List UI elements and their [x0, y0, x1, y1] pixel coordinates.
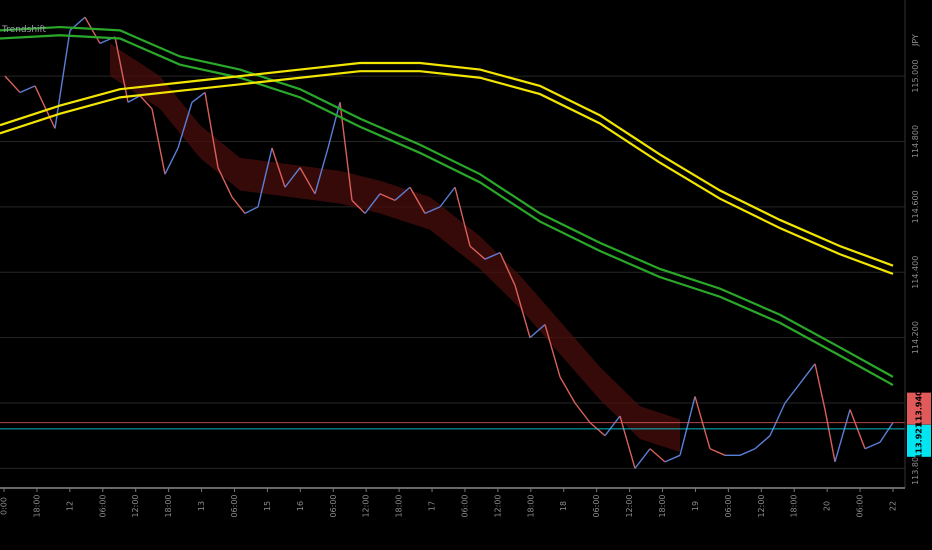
y-tick-label: 114.400 — [911, 256, 920, 289]
currency-label: JPY — [911, 34, 920, 47]
x-tick-label: 16 — [296, 501, 305, 511]
x-tick-label: 06:00 — [460, 494, 469, 517]
price-segment — [799, 363, 816, 384]
x-tick-label: 12:00 — [362, 494, 371, 517]
x-tick-label: 18:00 — [395, 494, 404, 517]
price-segment — [879, 422, 894, 443]
price-tag-label: 113.940 — [915, 390, 924, 427]
moving-average-line — [0, 70, 894, 275]
price-segment — [4, 75, 21, 93]
x-tick-label: 06:00 — [98, 494, 107, 517]
indicator-label[interactable]: Trendshift — [2, 25, 46, 35]
x-tick-label: 20 — [823, 501, 832, 511]
price-segment — [754, 435, 771, 450]
x-tick-label: 18:00 — [526, 494, 535, 517]
x-tick-label: 18:00 — [164, 494, 173, 517]
x-tick-label: 12:00 — [757, 494, 766, 517]
x-tick-label: 06:00 — [856, 494, 865, 517]
x-tick-label: 15 — [263, 501, 272, 511]
price-tag-label: 113.921 — [915, 422, 924, 459]
price-segment — [164, 147, 179, 175]
price-segment — [244, 206, 259, 215]
price-segment — [664, 454, 681, 463]
x-tick-label: 19 — [691, 501, 700, 511]
x-tick-label: 22 — [889, 501, 898, 511]
x-tick-label: 12 — [65, 501, 74, 511]
gridlines — [0, 75, 905, 469]
y-tick-label: 114.600 — [911, 190, 920, 223]
x-tick-label: 13 — [197, 501, 206, 511]
price-segment — [231, 196, 246, 214]
price-segment — [784, 382, 801, 404]
price-segment — [864, 441, 881, 450]
y-tick-label: 114.200 — [911, 321, 920, 354]
price-segment — [679, 396, 696, 456]
price-segment — [649, 448, 666, 463]
price-segment — [574, 402, 591, 424]
x-tick-label: 18:00 — [790, 494, 799, 517]
y-tick-label: 114.800 — [911, 125, 920, 158]
price-segment — [439, 186, 456, 208]
price-segment — [824, 409, 836, 462]
x-tick-label: 12:00 — [625, 494, 634, 517]
price-lines — [0, 422, 905, 430]
price-segment — [769, 402, 786, 436]
price-segment — [709, 448, 726, 456]
x-tick-label: 06:00 — [329, 494, 338, 517]
price-segment — [84, 16, 101, 44]
x-tick-label: 06:00 — [230, 494, 239, 517]
x-tick-label: 17 — [428, 501, 437, 511]
x-tick-label: 18:00 — [32, 494, 41, 517]
x-tick-label: 18 — [559, 501, 568, 511]
time-axis[interactable]: 0:00 18:00 12 06:00 12:00 18:00 13 06:00 15 16 06:… — [0, 487, 905, 518]
price-chart[interactable]: JPY 115.000 114.800 114.600 114.400 114.200 11… — [0, 0, 932, 550]
price-segment — [19, 85, 36, 94]
x-tick-label: 0:00 — [0, 497, 9, 515]
x-tick-label: 18:00 — [658, 494, 667, 517]
price-segment — [834, 409, 851, 463]
price-segment — [739, 448, 756, 456]
price-segment — [191, 91, 206, 103]
price-segment — [559, 376, 576, 404]
price-segment — [604, 415, 621, 437]
x-tick-label: 12:00 — [131, 494, 140, 517]
y-tick-label: 115.000 — [911, 60, 920, 93]
price-axis[interactable]: JPY 115.000 114.800 114.600 114.400 114.200 11… — [904, 0, 932, 550]
x-tick-label: 06:00 — [724, 494, 733, 517]
price-segment — [634, 448, 651, 469]
x-tick-label: 12:00 — [493, 494, 502, 517]
x-tick-label: 06:00 — [592, 494, 601, 517]
